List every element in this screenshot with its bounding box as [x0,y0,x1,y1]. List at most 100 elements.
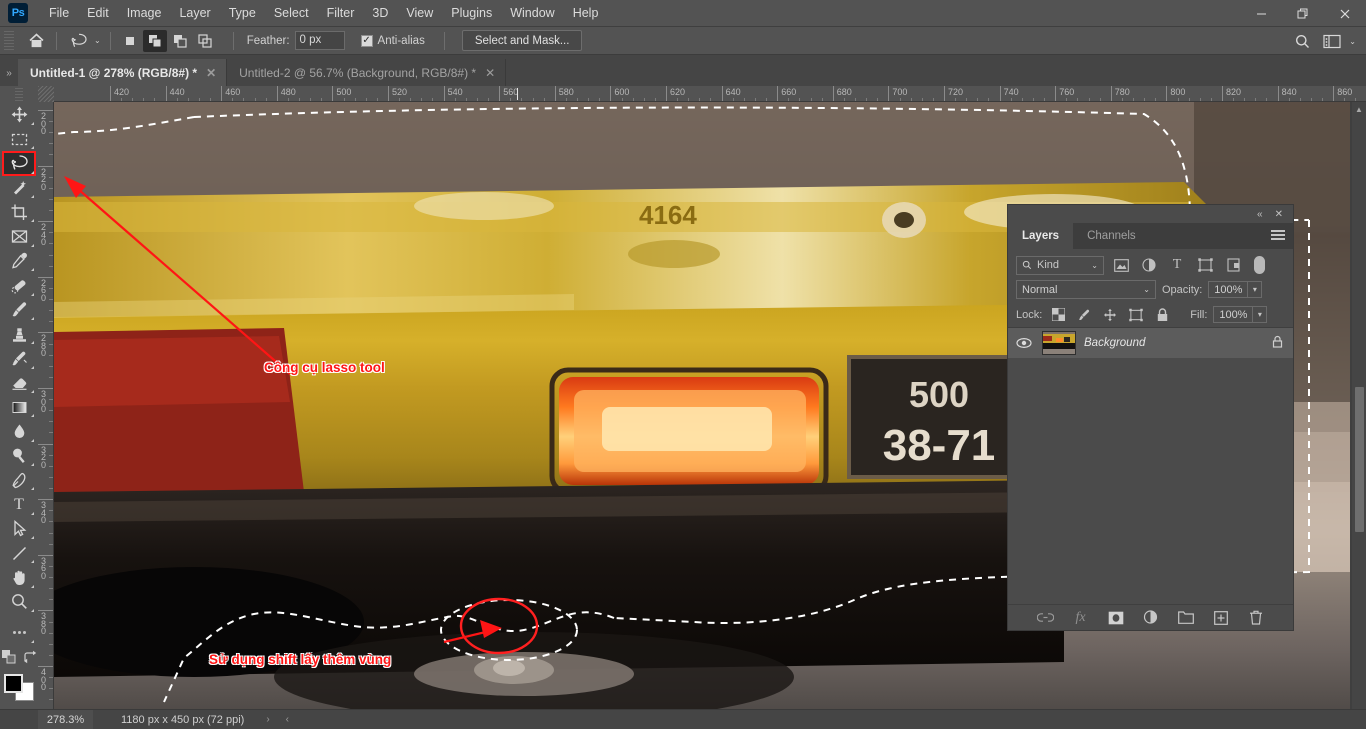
anti-alias-checkbox-group[interactable]: ✓ Anti-alias [361,35,430,47]
menu-item-file[interactable]: File [40,2,78,24]
brush-tool[interactable] [2,298,36,322]
dodge-tool[interactable] [2,444,36,468]
crop-tool[interactable] [2,200,36,224]
healing-brush-tool[interactable] [2,273,36,297]
zoom-tool[interactable] [2,590,36,614]
doc-info-prev-icon[interactable]: ‹ [286,714,289,725]
vertical-scrollbar[interactable]: ▲ ▼ [1352,102,1366,729]
foreground-color-swatch[interactable] [4,674,23,693]
maximize-button[interactable] [1282,0,1324,27]
menu-item-view[interactable]: View [397,2,442,24]
new-group-icon[interactable] [1176,608,1196,628]
default-colors-icon[interactable] [1,649,17,670]
menu-item-select[interactable]: Select [265,2,318,24]
layer-name[interactable]: Background [1084,337,1264,349]
rectangular-marquee-tool[interactable] [2,127,36,151]
minimize-button[interactable] [1240,0,1282,27]
close-icon[interactable]: ✕ [206,66,216,80]
new-selection-button[interactable] [118,30,142,52]
gradient-tool[interactable] [2,395,36,419]
workspace-icon[interactable] [1319,29,1345,53]
search-icon[interactable] [1289,29,1315,53]
vertical-ruler[interactable]: 2002202402602803003203403603804004204404… [38,102,54,729]
menu-item-window[interactable]: Window [501,2,563,24]
object-selection-tool[interactable] [2,176,36,200]
pen-tool[interactable] [2,468,36,492]
frame-tool[interactable] [2,224,36,248]
anti-alias-checkbox[interactable]: ✓ [361,35,373,47]
close-button[interactable] [1324,0,1366,27]
panel-menu-icon[interactable] [1271,230,1285,242]
eyedropper-tool[interactable] [2,249,36,273]
adjustment-layer-icon[interactable] [1141,608,1161,628]
tool-preset-caret[interactable]: ⌄ [94,36,101,45]
ruler-origin[interactable] [38,86,54,102]
close-icon[interactable]: ✕ [1275,209,1283,220]
lock-transparent-pixels-icon[interactable] [1048,306,1068,324]
lock-image-pixels-icon[interactable] [1074,306,1094,324]
menu-item-layer[interactable]: Layer [170,2,219,24]
swap-colors-icon[interactable] [23,650,37,669]
feather-input[interactable]: 0 px [295,31,345,50]
lock-artboard-nesting-icon[interactable] [1126,306,1146,324]
menu-item-edit[interactable]: Edit [78,2,118,24]
menu-item-image[interactable]: Image [118,2,171,24]
tool-preset-picker[interactable]: ⌄ [64,29,103,53]
filter-type-icon[interactable]: T [1166,255,1188,275]
opacity-caret-icon[interactable]: ▾ [1248,281,1262,298]
menu-item-help[interactable]: Help [564,2,608,24]
layer-visibility-icon[interactable] [1014,337,1034,349]
lock-all-icon[interactable] [1152,306,1172,324]
history-brush-tool[interactable] [2,346,36,370]
intersect-with-selection-button[interactable] [193,30,217,52]
new-layer-icon[interactable] [1211,608,1231,628]
select-and-mask-button[interactable]: Select and Mask... [462,30,583,51]
workspace-caret-icon[interactable]: ⌄ [1349,37,1356,46]
move-tool[interactable] [2,103,36,127]
chevron-down-icon[interactable]: ⌄ [1143,285,1150,294]
type-tool[interactable]: T [2,492,36,516]
filter-pixel-icon[interactable] [1110,255,1132,275]
layer-style-fx-icon[interactable]: fx [1071,608,1091,628]
vertical-scroll-thumb[interactable] [1355,387,1364,532]
scroll-up-icon[interactable]: ▲ [1352,102,1366,116]
tab-layers[interactable]: Layers [1008,223,1073,249]
hand-tool[interactable] [2,565,36,589]
menu-item-type[interactable]: Type [220,2,265,24]
close-icon[interactable]: ✕ [485,66,495,80]
lasso-icon[interactable] [66,29,92,53]
document-tab-untitled-1[interactable]: Untitled-1 @ 278% (RGB/8#) * ✕ [18,59,227,86]
collapse-panel-icon[interactable]: « [1257,209,1263,220]
layer-thumbnail[interactable] [1042,331,1076,355]
doc-info-next-icon[interactable]: › [266,714,269,725]
horizontal-ruler[interactable]: 4204404604805005205405605806006206406606… [38,86,1366,102]
document-tab-untitled-2[interactable]: Untitled-2 @ 56.7% (Background, RGB/8#) … [227,59,506,86]
menu-item-plugins[interactable]: Plugins [442,2,501,24]
eraser-tool[interactable] [2,371,36,395]
home-icon[interactable] [23,29,49,53]
color-swatches[interactable] [4,674,34,701]
edit-toolbar-tool[interactable] [2,620,36,644]
options-bar-grip[interactable] [4,31,14,51]
fill-caret-icon[interactable]: ▾ [1253,306,1267,323]
menu-item-3d[interactable]: 3D [363,2,397,24]
filter-shape-icon[interactable] [1194,255,1216,275]
table-row[interactable]: Background [1008,328,1293,358]
link-layers-icon[interactable] [1036,608,1056,628]
menu-item-filter[interactable]: Filter [318,2,364,24]
tab-channels[interactable]: Channels [1073,223,1150,249]
lasso-tool[interactable] [2,151,36,175]
clone-stamp-tool[interactable] [2,322,36,346]
chevron-down-icon[interactable]: ⌄ [1091,261,1098,270]
path-selection-tool[interactable] [2,517,36,541]
lock-position-icon[interactable] [1100,306,1120,324]
panel-title-bar[interactable]: « ✕ [1008,205,1293,223]
add-to-selection-button[interactable] [143,30,167,52]
opacity-value[interactable]: 100% [1208,281,1248,298]
filter-adjustment-icon[interactable] [1138,255,1160,275]
line-tool[interactable] [2,541,36,565]
layer-filter-kind-select[interactable]: Kind ⌄ [1016,256,1104,275]
layer-mask-icon[interactable] [1106,608,1126,628]
delete-layer-icon[interactable] [1246,608,1266,628]
tab-overflow-icon[interactable]: » [0,55,18,86]
